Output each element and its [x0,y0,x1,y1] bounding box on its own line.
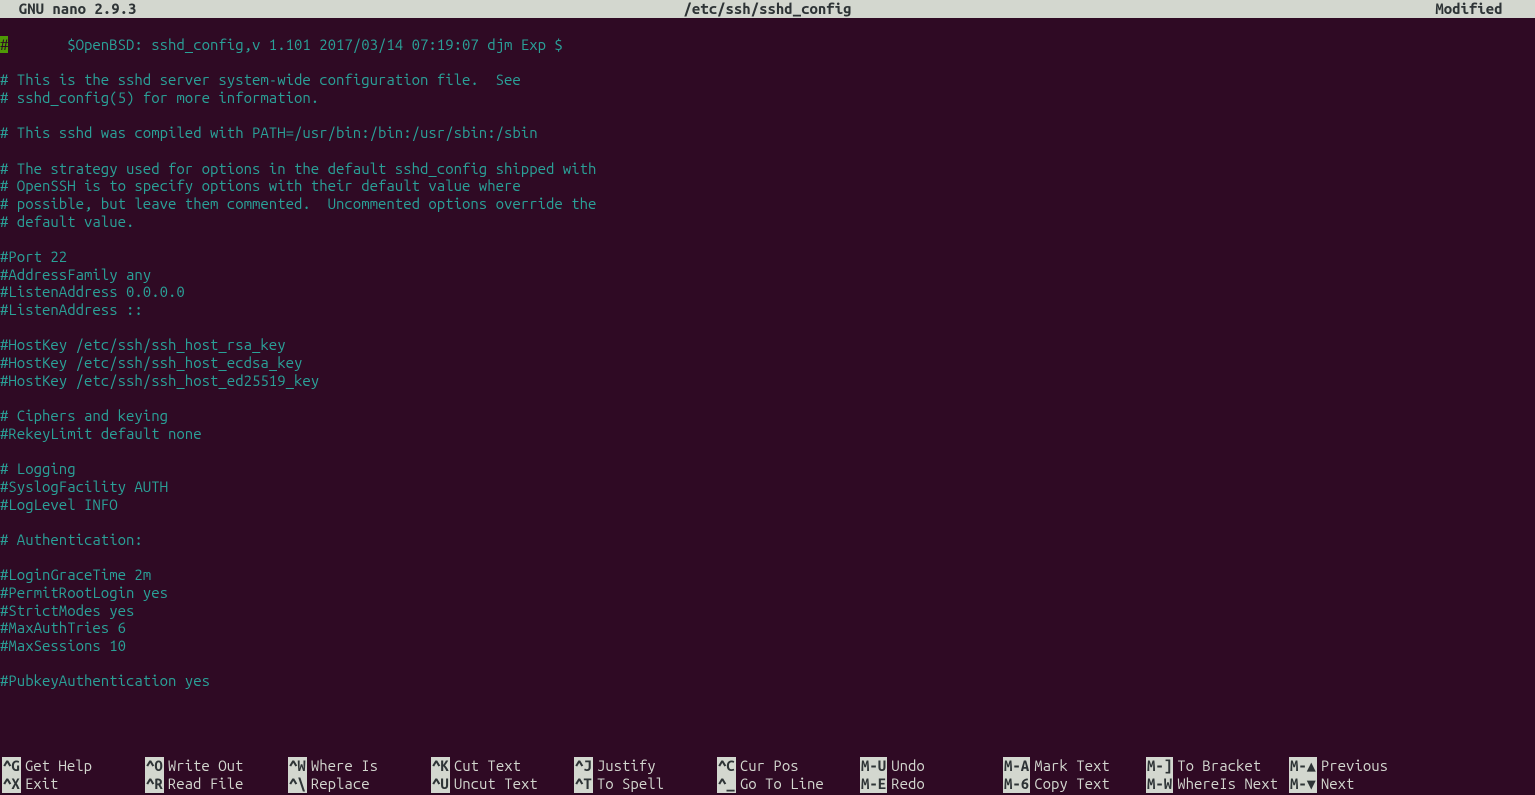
shortcut-uncut-text[interactable]: ^UUncut Text [431,775,574,793]
file-line: #ListenAddress :: [0,301,1535,319]
file-line [0,106,1535,124]
file-line [0,230,1535,248]
shortcut-to-spell[interactable]: ^TTo Spell [574,775,717,793]
file-line [0,443,1535,461]
file-line: #LoginGraceTime 2m [0,566,1535,584]
file-line: #HostKey /etc/ssh/ssh_host_ed25519_key [0,372,1535,390]
file-line: #Port 22 [0,248,1535,266]
shortcut-write-out[interactable]: ^OWrite Out [145,757,288,775]
shortcut-read-file[interactable]: ^RRead File [145,775,288,793]
shortcut-next[interactable]: M-▼Next [1289,775,1432,793]
file-line: # default value. [0,213,1535,231]
file-line: #PubkeyAuthentication yes [0,672,1535,690]
shortcut-justify[interactable]: ^JJustify [574,757,717,775]
file-line: #LogLevel INFO [0,496,1535,514]
shortcut-mark-text[interactable]: M-AMark Text [1003,757,1146,775]
shortcut-previous[interactable]: M-▲Previous [1289,757,1432,775]
shortcut-to-bracket[interactable]: M-]To Bracket [1146,757,1289,775]
editor-content[interactable]: # $OpenBSD: sshd_config,v 1.101 2017/03/… [0,36,1535,690]
editor-titlebar: GNU nano 2.9.3 /etc/ssh/sshd_config Modi… [0,0,1535,18]
file-line: #PermitRootLogin yes [0,584,1535,602]
app-name: GNU nano 2.9.3 [2,0,136,18]
shortcut-undo[interactable]: M-UUndo [860,757,1003,775]
shortcut-row-2: ^XExit ^RRead File ^\Replace ^UUncut Tex… [2,775,1533,793]
file-line: # Ciphers and keying [0,407,1535,425]
file-line [0,53,1535,71]
file-line: #ListenAddress 0.0.0.0 [0,283,1535,301]
file-status: Modified [1435,0,1533,18]
file-line: # Authentication: [0,531,1535,549]
file-line: # sshd_config(5) for more information. [0,89,1535,107]
shortcut-go-to-line[interactable]: ^_Go To Line [717,775,860,793]
shortcut-exit[interactable]: ^XExit [2,775,145,793]
file-line: #RekeyLimit default none [0,425,1535,443]
shortcut-bar: ^GGet Help ^OWrite Out ^WWhere Is ^KCut … [0,757,1535,795]
file-line: #StrictModes yes [0,602,1535,620]
file-line [0,513,1535,531]
file-line: # possible, but leave them commented. Un… [0,195,1535,213]
file-line [0,142,1535,160]
file-line: #MaxSessions 10 [0,637,1535,655]
file-line: # The strategy used for options in the d… [0,160,1535,178]
file-line: # This is the sshd server system-wide co… [0,71,1535,89]
file-line: #HostKey /etc/ssh/ssh_host_ecdsa_key [0,354,1535,372]
file-line: #MaxAuthTries 6 [0,619,1535,637]
file-line [0,549,1535,567]
shortcut-replace[interactable]: ^\Replace [288,775,431,793]
shortcut-redo[interactable]: M-ERedo [860,775,1003,793]
shortcut-cut-text[interactable]: ^KCut Text [431,757,574,775]
shortcut-copy-text[interactable]: M-6Copy Text [1003,775,1146,793]
file-line: # $OpenBSD: sshd_config,v 1.101 2017/03/… [0,36,1535,54]
file-line [0,389,1535,407]
shortcut-cur-pos[interactable]: ^CCur Pos [717,757,860,775]
file-line: #SyslogFacility AUTH [0,478,1535,496]
file-line [0,655,1535,673]
file-line: #AddressFamily any [0,266,1535,284]
shortcut-whereis-next[interactable]: M-WWhereIs Next [1146,775,1289,793]
file-path: /etc/ssh/sshd_config [683,0,851,18]
shortcut-row-1: ^GGet Help ^OWrite Out ^WWhere Is ^KCut … [2,757,1533,775]
spacer [0,18,1535,36]
shortcut-where-is[interactable]: ^WWhere Is [288,757,431,775]
file-line: # This sshd was compiled with PATH=/usr/… [0,124,1535,142]
file-line [0,319,1535,337]
file-line: # Logging [0,460,1535,478]
file-line: #HostKey /etc/ssh/ssh_host_rsa_key [0,336,1535,354]
file-line: # OpenSSH is to specify options with the… [0,177,1535,195]
shortcut-get-help[interactable]: ^GGet Help [2,757,145,775]
